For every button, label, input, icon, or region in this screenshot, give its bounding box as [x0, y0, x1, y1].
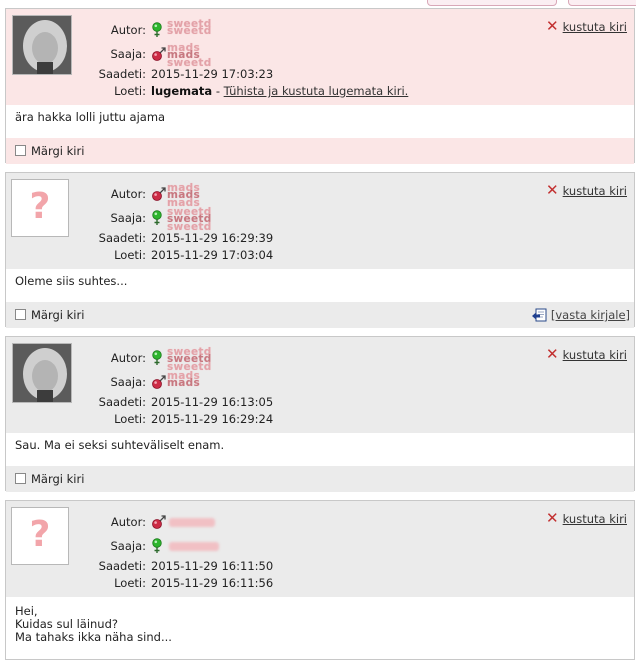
female-icon [151, 210, 165, 226]
sent-timestamp: 2015-11-29 16:29:39 [151, 231, 274, 245]
message-line: Ma tahaks ikka näha sind... [15, 630, 172, 644]
close-icon: ✕ [546, 17, 559, 35]
mark-checkbox[interactable] [15, 309, 26, 320]
delete-label: kustuta kiri [562, 348, 627, 362]
recipient-label: Saaja: [110, 47, 146, 61]
delete-label: kustuta kiri [562, 512, 627, 526]
message-header: ? Autor: mads mads mads Saaja: sweetd sweet… [6, 173, 634, 269]
reply-label: [vasta kirjale] [550, 308, 630, 322]
mark-label: Märgi kiri [31, 308, 85, 322]
delete-button[interactable]: ✕ kustuta kiri [546, 510, 627, 526]
sent-row: Saadeti: 2015-11-29 16:13:05 [6, 394, 406, 410]
read-row: Loeti: 2015-11-29 17:03:04 [6, 247, 406, 263]
delete-button[interactable]: ✕ kustuta kiri [546, 182, 627, 198]
author-nickname[interactable]: sweetd sweetd [167, 18, 219, 38]
mark-checkbox[interactable] [15, 473, 26, 484]
close-icon: ✕ [546, 181, 559, 199]
mark-checkbox[interactable] [15, 145, 26, 156]
message-card: Autor: sweetd sweetd sweetd Saaja: mads mad… [5, 336, 635, 492]
recipient-row: Saaja: mads mads sweetd [6, 42, 306, 69]
message-body: Oleme siis suhtes... [6, 269, 634, 302]
close-icon: ✕ [546, 509, 559, 527]
author-label: Autor: [110, 187, 146, 201]
read-row: Loeti: 2015-11-29 16:29:24 [6, 411, 406, 427]
author-label: Autor: [110, 351, 146, 365]
unread-status: lugemata [151, 84, 213, 98]
sent-row: Saadeti: 2015-11-29 16:29:39 [6, 230, 406, 246]
author-label: Autor: [110, 515, 146, 529]
author-row: Autor: mads mads mads [6, 182, 306, 209]
author-row: Autor: [6, 514, 306, 530]
author-nickname[interactable]: sweetd sweetd sweetd [167, 346, 219, 373]
author-label: Autor: [110, 23, 146, 37]
mark-label: Märgi kiri [31, 472, 85, 486]
author-nickname[interactable]: mads mads mads [167, 182, 219, 209]
author-nickname-blurred[interactable] [169, 518, 215, 527]
message-card: ? Autor: mads mads mads Saaja: sweetd sweet… [5, 172, 635, 328]
message-body: ära hakka lolli juttu ajama [6, 105, 634, 138]
message-card: Autor: sweetd sweetd Saaja: mads mads sweet… [5, 8, 635, 164]
read-label: Loeti: [114, 576, 146, 590]
sent-label: Saadeti: [98, 231, 146, 245]
recipient-label: Saaja: [110, 211, 146, 225]
delete-label: kustuta kiri [562, 184, 627, 198]
message-footer: Märgi kiri [6, 466, 634, 492]
female-icon [151, 538, 165, 554]
top-tab-stub[interactable] [427, 0, 557, 6]
cancel-unread-link[interactable]: Tühista ja kustuta lugemata kiri. [224, 84, 409, 98]
close-icon: ✕ [546, 345, 559, 363]
recipient-nickname[interactable]: sweetd sweetd sweetd [167, 206, 219, 233]
recipient-row: Saaja: sweetd sweetd sweetd [6, 206, 306, 233]
read-row: Loeti: 2015-11-29 16:11:56 [6, 575, 406, 591]
recipient-label: Saaja: [110, 375, 146, 389]
message-body: Hei, Kuidas sul läinud? Ma tahaks ikka n… [6, 597, 634, 650]
message-header: Autor: sweetd sweetd Saaja: mads mads sweet… [6, 9, 634, 105]
separator: - [212, 84, 224, 98]
sent-label: Saadeti: [98, 67, 146, 81]
female-icon [151, 350, 165, 366]
top-tab-stub[interactable] [568, 0, 636, 6]
mark-label: Märgi kiri [31, 144, 85, 158]
recipient-row: Saaja: mads mads [6, 370, 306, 390]
delete-button[interactable]: ✕ kustuta kiri [546, 346, 627, 362]
sent-timestamp: 2015-11-29 16:13:05 [151, 395, 274, 409]
male-icon [151, 374, 166, 390]
male-icon [151, 186, 166, 202]
message-header: ? Autor: Saaja: Saadeti: 2015-11-29 16:1… [6, 501, 634, 597]
sent-label: Saadeti: [98, 395, 146, 409]
recipient-nickname[interactable]: mads mads sweetd [167, 42, 219, 69]
recipient-row: Saaja: [6, 538, 306, 554]
author-row: Autor: sweetd sweetd sweetd [6, 346, 306, 373]
sent-row: Saadeti: 2015-11-29 16:11:50 [6, 558, 406, 574]
message-footer: Märgi kiri [vasta kirjale] [6, 302, 634, 328]
male-icon [151, 46, 166, 62]
male-icon [151, 514, 166, 530]
recipient-label: Saaja: [110, 539, 146, 553]
read-timestamp: 2015-11-29 17:03:04 [151, 248, 274, 262]
delete-button[interactable]: ✕ kustuta kiri [546, 18, 627, 34]
message-header: Autor: sweetd sweetd sweetd Saaja: mads mad… [6, 337, 634, 433]
sent-row: Saadeti: 2015-11-29 17:03:23 [6, 66, 406, 82]
recipient-nickname-blurred[interactable] [169, 542, 219, 551]
read-label: Loeti: [114, 84, 146, 98]
recipient-nickname[interactable]: mads mads [167, 370, 219, 390]
female-icon [151, 22, 165, 38]
sent-timestamp: 2015-11-29 17:03:23 [151, 67, 274, 81]
message-footer: Märgi kiri [6, 138, 634, 164]
reply-button[interactable]: [vasta kirjale] [531, 308, 630, 322]
read-timestamp: 2015-11-29 16:11:56 [151, 576, 274, 590]
read-timestamp: 2015-11-29 16:29:24 [151, 412, 274, 426]
sent-timestamp: 2015-11-29 16:11:50 [151, 559, 274, 573]
read-row: Loeti: lugemata - Tühista ja kustuta lug… [6, 83, 486, 99]
delete-label: kustuta kiri [562, 20, 627, 34]
author-row: Autor: sweetd sweetd [6, 18, 306, 38]
reply-icon [531, 308, 547, 322]
message-card: ? Autor: Saaja: Saadeti: 2015-11-29 16:1… [5, 500, 635, 660]
message-body: Sau. Ma ei seksi suhteväliselt enam. [6, 433, 634, 466]
read-label: Loeti: [114, 248, 146, 262]
sent-label: Saadeti: [98, 559, 146, 573]
read-label: Loeti: [114, 412, 146, 426]
